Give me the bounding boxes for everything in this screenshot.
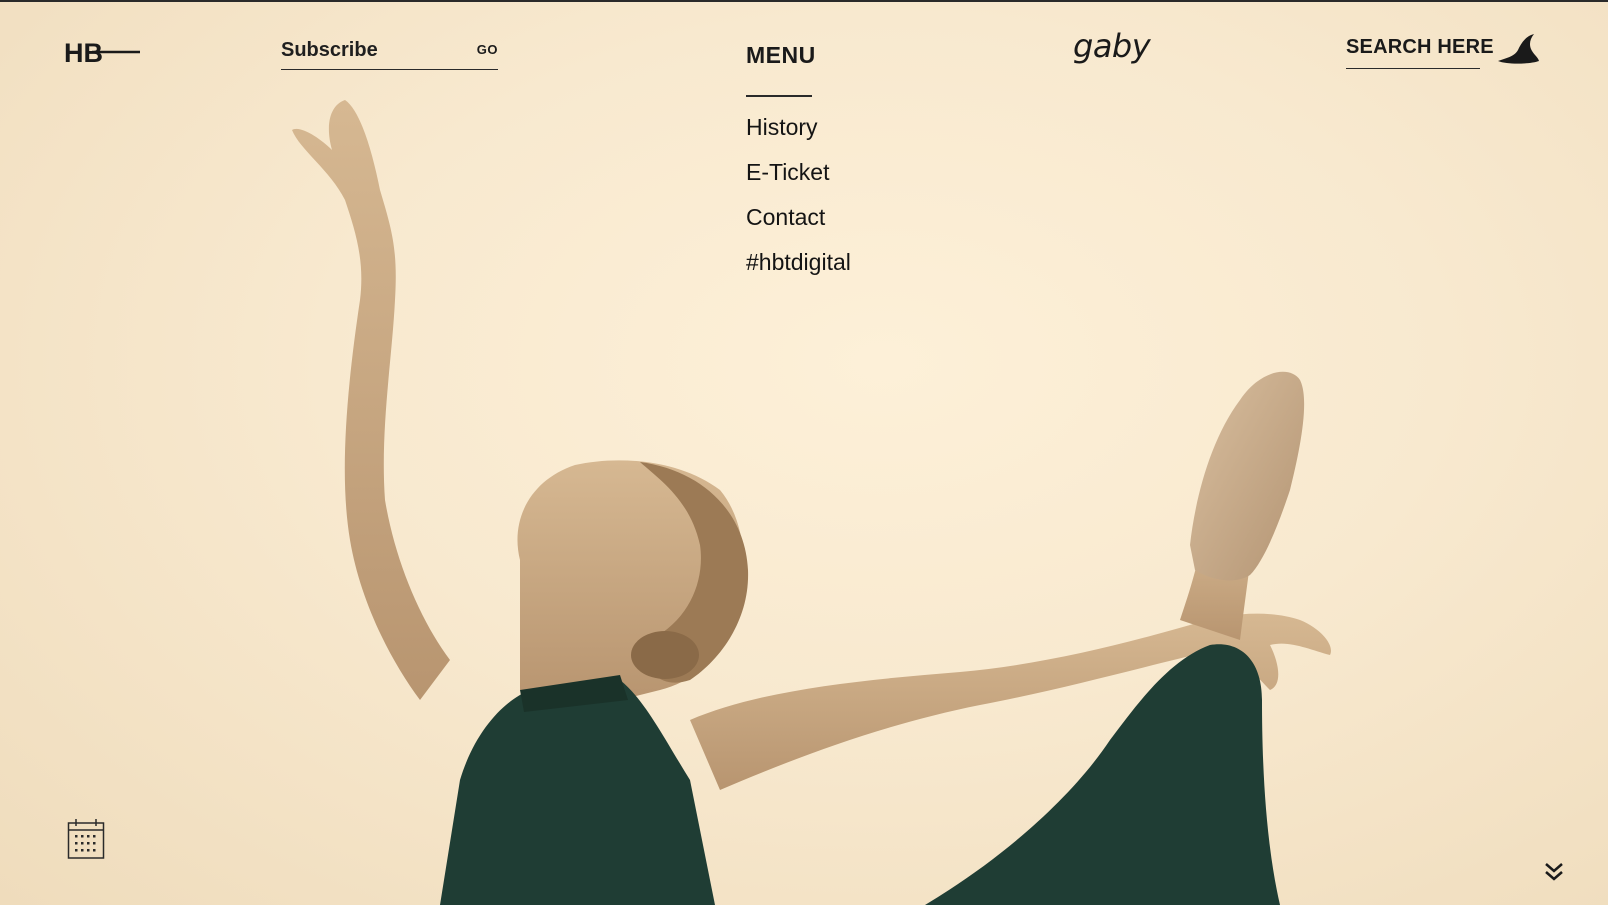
subscribe-form: GO	[281, 36, 498, 70]
brand-logo[interactable]: gaby	[1073, 27, 1151, 65]
search-link[interactable]: SEARCH HERE	[1346, 36, 1494, 69]
calendar-icon[interactable]	[67, 818, 105, 860]
subscribe-input[interactable]	[281, 36, 451, 64]
menu-item-history[interactable]: History	[746, 105, 966, 150]
menu-item-e-ticket[interactable]: E-Ticket	[746, 150, 966, 195]
menu-item-contact[interactable]: Contact	[746, 195, 966, 240]
search-label: SEARCH HERE	[1346, 36, 1494, 58]
main-menu: MENU History E-Ticket Contact #hbtdigita…	[746, 42, 966, 285]
hb-logo-icon[interactable]: HB	[64, 36, 144, 70]
menu-item-hbtdigital[interactable]: #hbtdigital	[746, 240, 966, 285]
menu-list: History E-Ticket Contact #hbtdigital	[746, 105, 966, 285]
menu-title: MENU	[746, 42, 815, 97]
witch-hat-icon[interactable]	[1496, 30, 1540, 66]
chevron-double-down-icon[interactable]	[1543, 860, 1565, 882]
go-button[interactable]: GO	[477, 42, 498, 57]
